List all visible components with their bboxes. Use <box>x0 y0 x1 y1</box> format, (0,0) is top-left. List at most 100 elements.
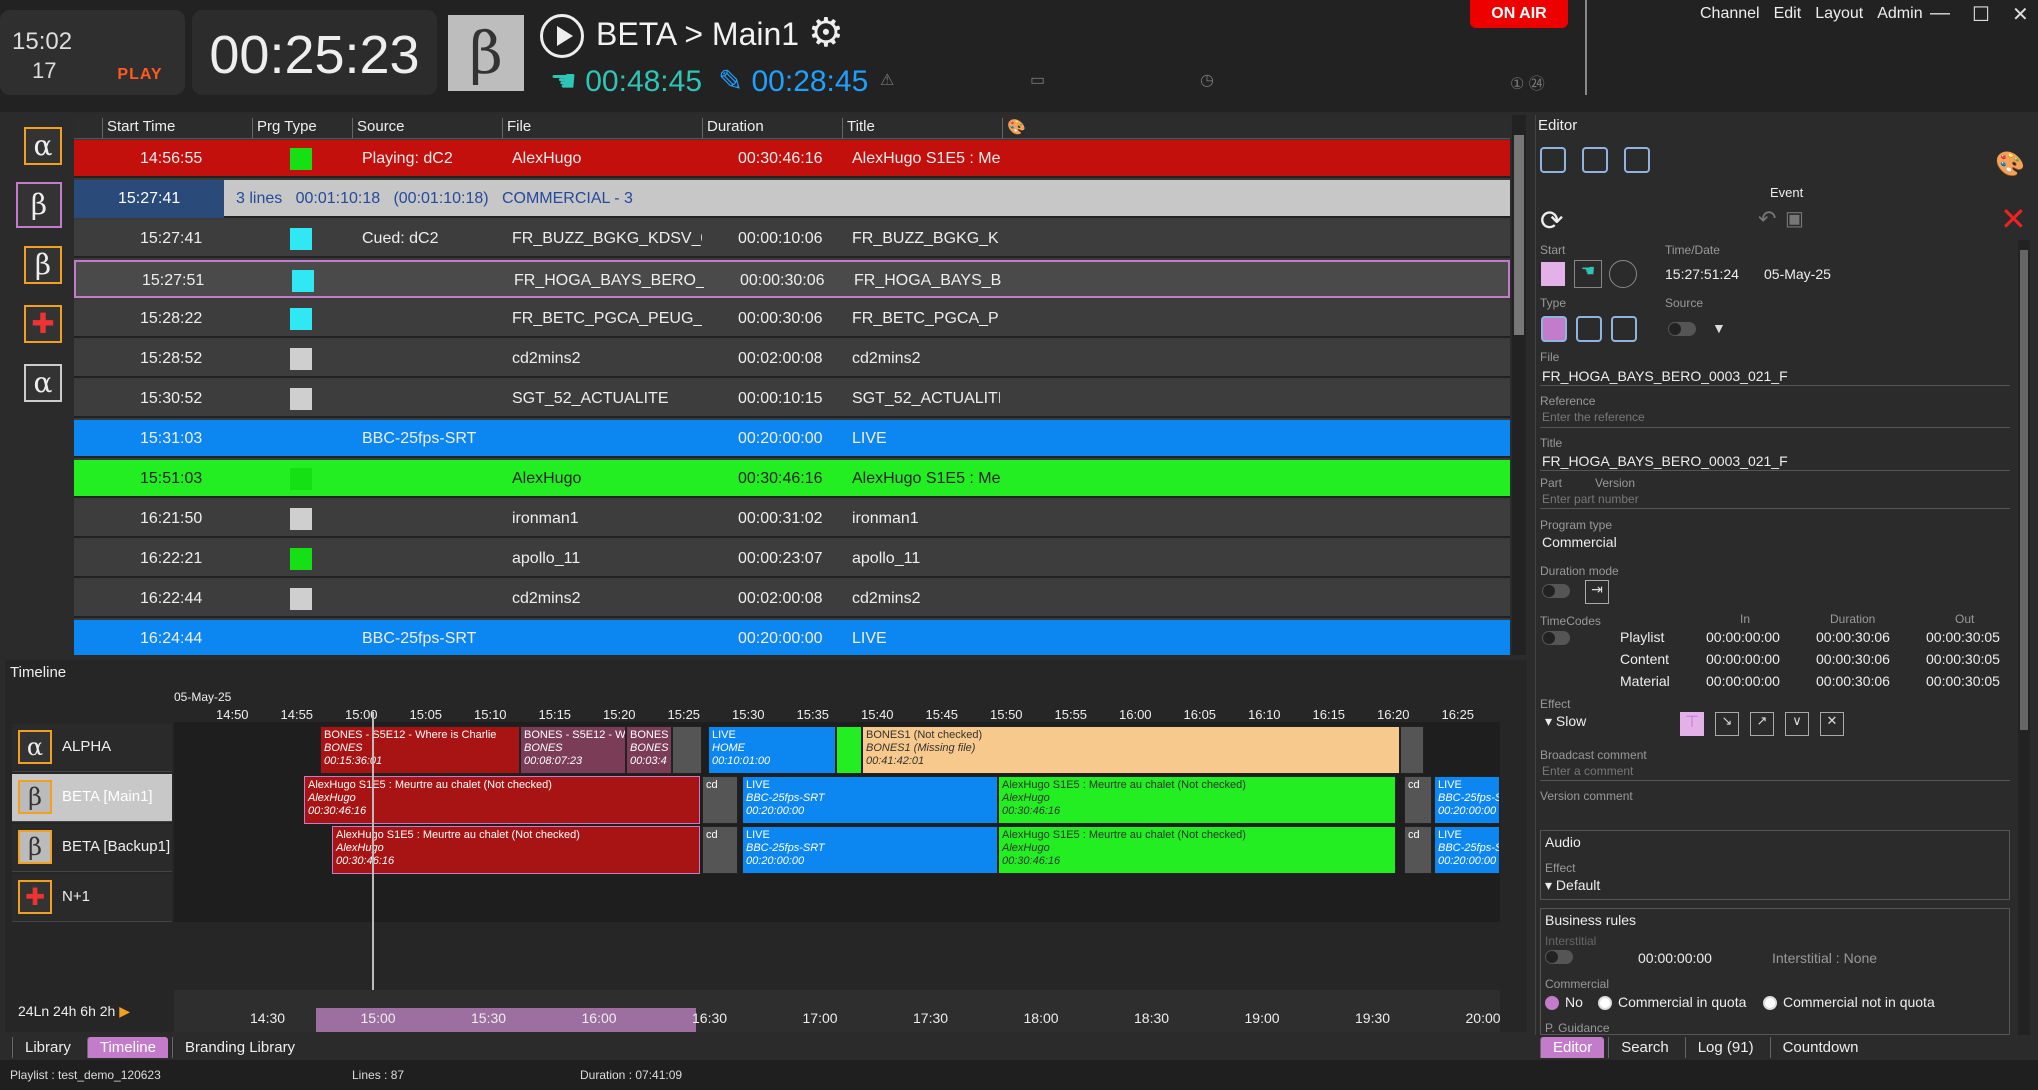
business-rules-label[interactable]: Business rules <box>1545 912 1636 928</box>
zoom-controls[interactable]: 24Ln 24h 6h 2h ▶ <box>18 1003 130 1020</box>
tab-timeline[interactable]: Timeline <box>86 1037 168 1058</box>
tab-branding-library[interactable]: Branding Library <box>172 1037 307 1058</box>
timeline-block[interactable]: cd <box>702 826 738 874</box>
timeline-block[interactable] <box>1400 726 1424 774</box>
timeline-block[interactable]: LIVE HOME 00:10:01:00 <box>708 726 836 774</box>
col-source[interactable]: Source <box>352 118 405 138</box>
tab-library[interactable]: Library <box>12 1037 83 1058</box>
table-row[interactable]: 15:30:52 SGT_52_ACTUALITE 00:00:10:15 SGT_5… <box>74 380 1510 418</box>
effect-fade-in-button[interactable]: ↘ <box>1715 712 1739 736</box>
tab-log[interactable]: Log (91) <box>1684 1037 1766 1058</box>
start-time[interactable]: 15:27:51:24 <box>1665 266 1739 282</box>
table-row[interactable]: 16:22:44 cd2mins2 00:02:00:08 cd2mins2 <box>74 580 1510 618</box>
start-date[interactable]: 05-May-25 <box>1764 266 1831 282</box>
broadcast-comment-input[interactable]: Enter a comment <box>1542 764 1633 778</box>
effect-cut-button[interactable]: ⊤ <box>1680 712 1704 736</box>
save-icon[interactable]: ▣ <box>1785 206 1804 231</box>
duplicate-icon[interactable] <box>1624 147 1650 173</box>
add-comment-icon[interactable] <box>1582 147 1608 173</box>
effect-select[interactable]: ▾ Slow <box>1545 713 1586 730</box>
refresh-icon[interactable]: ⟳ <box>1540 204 1563 237</box>
file-field[interactable]: FR_HOGA_BAYS_BERO_0003_021_F <box>1542 368 1788 384</box>
col-prgtype[interactable]: Prg Type <box>252 118 317 138</box>
palette-icon[interactable]: 🎨 <box>1995 150 2025 179</box>
timeline-block[interactable]: LIVE BBC-25fps-S 00:20:00:00 <box>1434 826 1500 874</box>
timeline-block[interactable]: AlexHugo S1E5 : Meurtre au chalet (Not c… <box>998 776 1396 824</box>
type-placeholder-icon[interactable] <box>1611 316 1637 342</box>
col-duration[interactable]: Duration <box>702 118 764 138</box>
table-row[interactable]: 15:27:41 Cued: dC2 FR_BUZZ_BGKG_KDSV_00 00:… <box>74 220 1510 258</box>
track-n1[interactable]: ✚ N+1 <box>12 874 172 922</box>
close-button[interactable]: ✕ <box>2012 2 2029 27</box>
menu-admin[interactable]: Admin <box>1877 5 1922 23</box>
table-row[interactable]: 16:24:44 BBC-25fps-SRT 00:20:00:00 LIVE <box>74 620 1510 655</box>
duration-mode-toggle[interactable] <box>1542 584 1570 598</box>
table-row[interactable]: ◢15:27:413 lines 00:01:10:18 (00:01:10:1… <box>74 180 1510 218</box>
source-toggle[interactable] <box>1668 322 1696 336</box>
track-beta-backup[interactable]: β BETA [Backup1] <box>12 824 172 872</box>
palette-icon[interactable]: 🎨 <box>1002 118 1102 138</box>
channel-beta-main-button[interactable]: β <box>16 182 62 228</box>
timeline-block[interactable]: LIVE BBC-25fps-SRT 00:20:00:00 <box>742 776 998 824</box>
minimize-button[interactable]: — <box>1930 2 1950 27</box>
timeline-block[interactable]: cd <box>1404 776 1432 824</box>
table-row[interactable]: 15:28:52 cd2mins2 00:02:00:08 cd2mins2 <box>74 340 1510 378</box>
timeline-block[interactable]: LIVE BBC-25fps-S 00:20:00:00 <box>1434 776 1500 824</box>
add-event-icon[interactable] <box>1540 147 1566 173</box>
audio-label[interactable]: Audio <box>1545 834 1581 850</box>
menu-channel[interactable]: Channel <box>1700 5 1760 23</box>
channel-alpha-button[interactable]: α <box>24 127 62 165</box>
grid-scrollbar[interactable] <box>1512 115 1526 655</box>
tab-countdown[interactable]: Countdown <box>1769 1037 1871 1058</box>
close-icon[interactable]: ✕ <box>2000 200 2027 238</box>
gear-icon[interactable]: ⚙ <box>808 10 844 56</box>
reference-input[interactable]: Enter the reference <box>1542 410 1645 424</box>
playhead[interactable] <box>372 712 374 997</box>
table-row[interactable]: 15:31:03 BBC-25fps-SRT 00:20:00:00 LIVE <box>74 420 1510 458</box>
table-row[interactable]: 15:28:22 FR_BETC_PGCA_PEUG_00 00:00:30:06 F… <box>74 300 1510 338</box>
source-dropdown-icon[interactable]: ▼ <box>1712 320 1726 336</box>
audio-effect-select[interactable]: ▾ Default <box>1545 877 1600 894</box>
radio-commercial-in-quota[interactable]: Commercial in quota <box>1598 994 1746 1011</box>
tab-search[interactable]: Search <box>1608 1037 1681 1058</box>
channel-n1-button[interactable]: ✚ <box>24 305 62 343</box>
track-alpha[interactable]: α ALPHA <box>12 724 172 772</box>
col-file[interactable]: File <box>502 118 531 138</box>
part-input[interactable]: Enter part number <box>1542 492 1639 506</box>
duration-mode-icon[interactable]: ⇥ <box>1585 580 1609 604</box>
editor-scrollbar[interactable] <box>2018 240 2030 1035</box>
timeline-block[interactable]: cd <box>702 776 738 824</box>
effect-dip-button[interactable]: ∨ <box>1785 712 1809 736</box>
timeline-block[interactable]: cd <box>1404 826 1432 874</box>
timeline-block[interactable]: AlexHugo S1E5 : Meurtre au chalet (Not c… <box>332 826 700 874</box>
table-row[interactable]: 14:56:55 Playing: dC2 AlexHugo 00:30:46:16 A… <box>74 140 1510 178</box>
timecodes-toggle[interactable] <box>1542 631 1570 645</box>
channel-beta-backup-button[interactable]: β <box>24 246 62 284</box>
start-follow-button[interactable]: ☚ <box>1574 260 1602 288</box>
effect-fade-out-button[interactable]: ↗ <box>1750 712 1774 736</box>
timeline-block[interactable]: AlexHugo S1E5 : Meurtre au chalet (Not c… <box>998 826 1396 874</box>
play-icon[interactable] <box>540 14 584 58</box>
channel-alpha2-button[interactable]: α <box>24 364 62 402</box>
col-title[interactable]: Title <box>842 118 875 138</box>
effect-cross-button[interactable]: ✕ <box>1820 712 1844 736</box>
start-fixed-button[interactable] <box>1609 260 1637 288</box>
table-row[interactable]: 15:27:51 FR_HOGA_BAYS_BERO_00 00:00:30:06 F… <box>74 260 1510 298</box>
col-start[interactable]: Start Time <box>102 118 175 138</box>
timeline-block[interactable]: BONES1 (Not checked) BONES1 (Missing file… <box>862 726 1400 774</box>
timeline-block[interactable]: AlexHugo S1E5 : Meurtre au chalet (Not c… <box>304 776 700 824</box>
undo-icon[interactable]: ↶ <box>1758 206 1776 232</box>
table-row[interactable]: 15:51:03 AlexHugo 00:30:46:16 AlexHugo S1E5… <box>74 460 1510 498</box>
track-beta-main[interactable]: β BETA [Main1] <box>12 774 172 822</box>
tab-editor[interactable]: Editor <box>1540 1037 1605 1058</box>
radio-no[interactable]: No <box>1545 994 1583 1011</box>
program-type-value[interactable]: Commercial <box>1542 534 1617 550</box>
table-row[interactable]: 16:22:21 apollo_11 00:00:23:07 apollo_11 <box>74 540 1510 578</box>
timeline-block[interactable]: BONES - S5E12 - Where is Charlie BONES 00:… <box>320 726 520 774</box>
interstitial-toggle[interactable] <box>1545 950 1573 964</box>
start-manual-button[interactable] <box>1541 262 1565 286</box>
maximize-button[interactable]: ☐ <box>1972 2 1990 27</box>
title-field[interactable]: FR_HOGA_BAYS_BERO_0003_021_F <box>1542 453 1788 469</box>
type-file-icon[interactable] <box>1541 316 1567 342</box>
timeline-block[interactable]: LIVE BBC-25fps-SRT 00:20:00:00 <box>742 826 998 874</box>
